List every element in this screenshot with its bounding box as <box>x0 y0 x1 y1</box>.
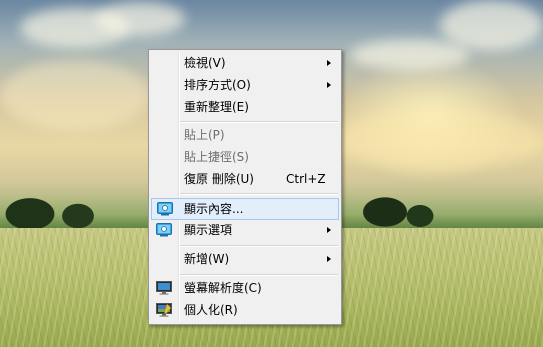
menu-separator <box>180 245 338 247</box>
submenu-arrow-icon <box>327 256 331 262</box>
menu-item-new[interactable]: 新增(W) <box>151 249 339 270</box>
menu-item-view[interactable]: 檢視(V) <box>151 53 339 74</box>
menu-item-undo-delete[interactable]: 復原 刪除(U) Ctrl+Z <box>151 169 339 190</box>
menu-item-label: 個人化(R) <box>184 303 238 317</box>
menu-item-personalize[interactable]: 個人化(R) <box>151 300 339 321</box>
menu-item-label: 顯示內容... <box>184 202 244 216</box>
menu-item-paste[interactable]: 貼上(P) <box>151 125 339 146</box>
menu-item-label: 檢視(V) <box>184 56 226 70</box>
menu-item-refresh[interactable]: 重新整理(E) <box>151 97 339 118</box>
menu-item-label: 重新整理(E) <box>184 100 249 114</box>
menu-item-paste-shortcut[interactable]: 貼上捷徑(S) <box>151 147 339 168</box>
menu-item-label: 排序方式(O) <box>184 78 251 92</box>
personalize-icon <box>156 303 172 317</box>
monitor-icon <box>156 281 172 295</box>
menu-item-label: 顯示選項 <box>184 223 233 237</box>
menu-item-label: 貼上(P) <box>184 128 225 142</box>
menu-separator <box>180 274 338 276</box>
submenu-arrow-icon <box>327 227 331 233</box>
menu-item-label: 貼上捷徑(S) <box>184 150 249 164</box>
menu-item-sort-by[interactable]: 排序方式(O) <box>151 75 339 96</box>
submenu-arrow-icon <box>327 60 331 66</box>
menu-item-screen-resolution[interactable]: 螢幕解析度(C) <box>151 278 339 299</box>
menu-item-label: 螢幕解析度(C) <box>184 281 262 295</box>
display-settings-icon <box>157 202 173 216</box>
menu-item-shortcut: Ctrl+Z <box>286 172 326 186</box>
menu-separator <box>180 121 338 123</box>
menu-item-display-options[interactable]: 顯示選項 <box>151 220 339 241</box>
desktop-context-menu: 檢視(V) 排序方式(O) 重新整理(E) 貼上(P) 貼上捷徑(S) 復原 刪… <box>148 49 342 325</box>
menu-item-label: 新增(W) <box>184 252 230 266</box>
menu-item-display-properties[interactable]: 顯示內容... <box>151 198 339 220</box>
submenu-arrow-icon <box>327 82 331 88</box>
display-settings-icon <box>156 223 172 237</box>
menu-item-label: 復原 刪除(U) <box>184 172 254 186</box>
menu-separator <box>180 193 338 195</box>
